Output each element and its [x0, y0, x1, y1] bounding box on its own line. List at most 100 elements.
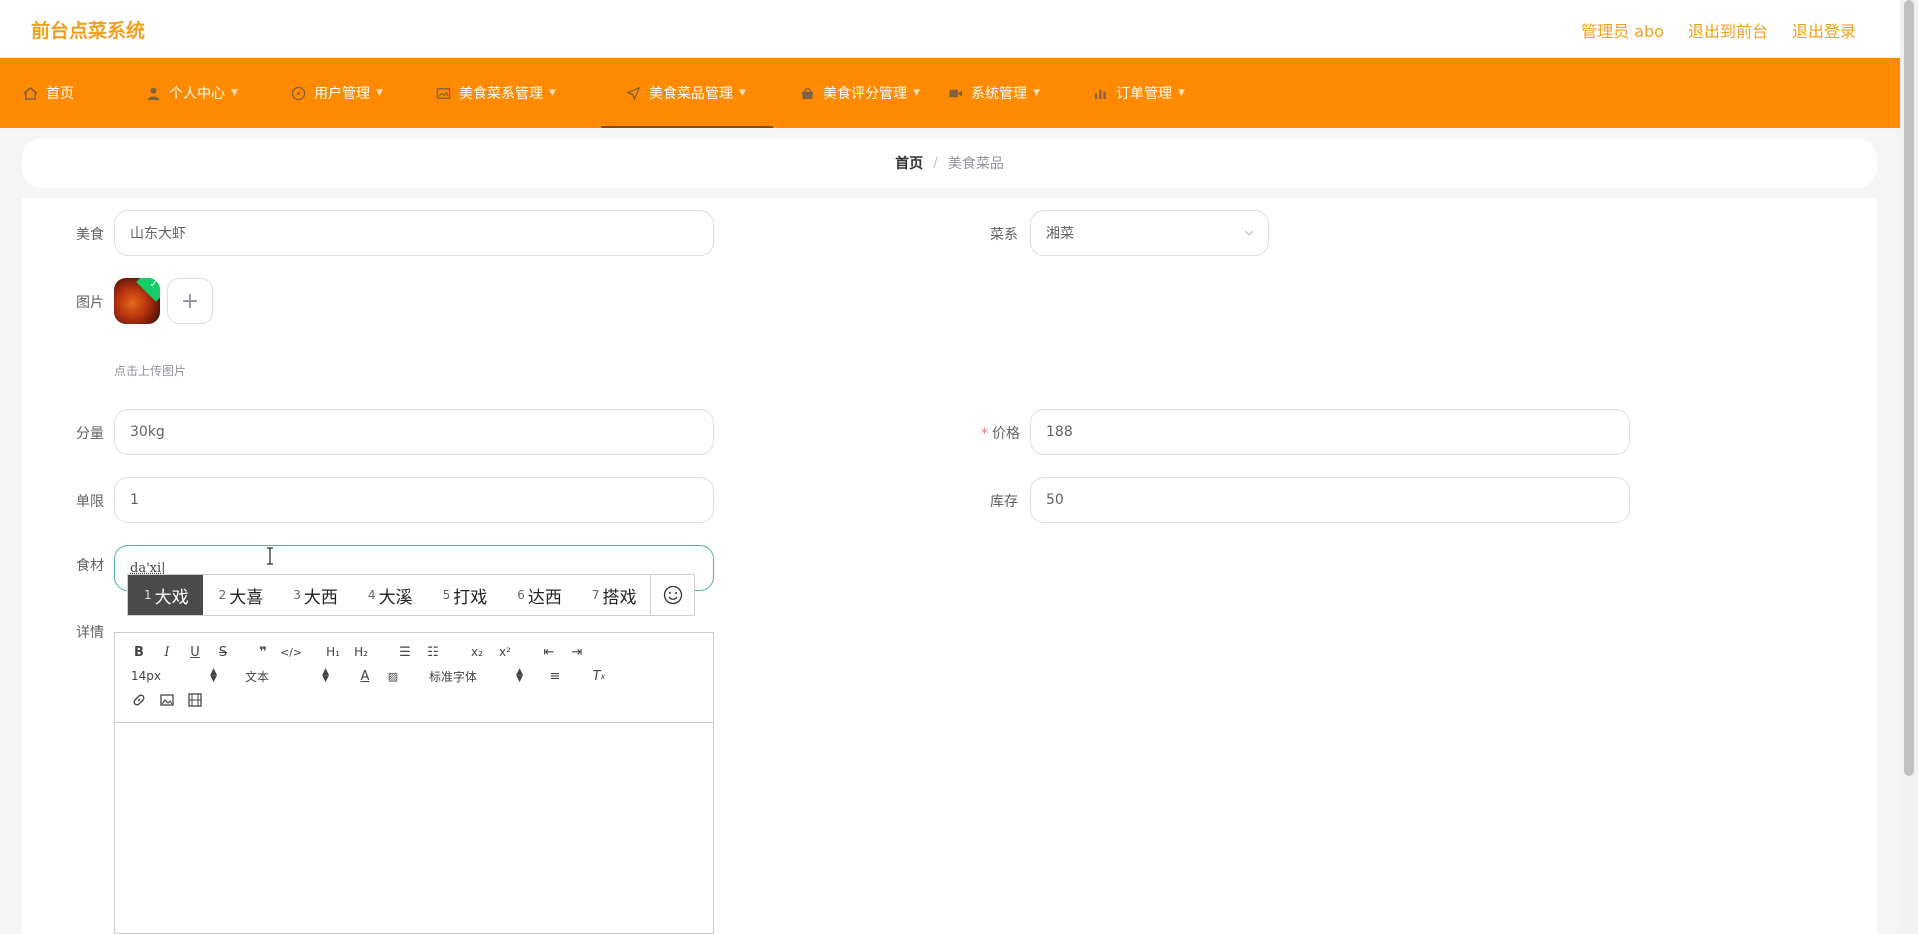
ime-candidate[interactable]: 1 大戏 — [128, 575, 203, 615]
breadcrumb: 首页 / 美食菜品 — [22, 138, 1877, 188]
header-links: 管理员 abo 退出到前台 退出登录 — [1581, 18, 1856, 42]
italic-button[interactable]: I — [157, 643, 177, 661]
price-input[interactable]: 188 — [1030, 409, 1630, 455]
chevron-down-icon — [1244, 226, 1254, 236]
upload-add-button[interactable]: + — [167, 278, 213, 324]
text-cursor-icon — [267, 547, 273, 565]
page-scrollbar[interactable] — [1900, 0, 1918, 934]
nav-item-profile[interactable]: 个人中心 ▼ — [145, 58, 290, 128]
nav-item-home[interactable]: 首页 — [22, 58, 145, 128]
limit-input[interactable]: 1 — [114, 477, 714, 523]
background-color-button[interactable]: ▨ — [383, 667, 403, 685]
image-button[interactable] — [157, 691, 177, 709]
bold-button[interactable]: B — [129, 643, 149, 661]
candidate-index: 3 — [293, 588, 301, 602]
portion-value: 30kg — [130, 424, 165, 440]
superscript-button[interactable]: x² — [495, 643, 515, 661]
portion-label: 分量 — [76, 426, 104, 442]
underline-button[interactable]: U — [185, 643, 205, 661]
detail-label: 详情 — [76, 625, 104, 641]
nav-label: 美食菜品管理 — [649, 86, 733, 102]
check-icon: ✓ — [149, 279, 158, 290]
nav-item-system[interactable]: 系统管理 ▼ — [947, 58, 1092, 128]
code-button[interactable]: </> — [280, 643, 302, 661]
candidate-text: 大溪 — [378, 587, 413, 608]
ime-candidate[interactable]: 3 大西 — [277, 575, 352, 615]
image-label: 图片 — [76, 295, 104, 311]
send-icon — [625, 85, 641, 101]
price-label: * 价格 — [970, 423, 1020, 443]
subscript-button[interactable]: x₂ — [467, 643, 487, 661]
ime-emoji-button[interactable] — [650, 575, 694, 615]
plus-icon: + — [180, 288, 200, 314]
candidate-text: 搭戏 — [602, 587, 637, 608]
limit-label: 单限 — [76, 494, 104, 510]
chevron-down-icon: ▼ — [376, 88, 383, 98]
h2-button[interactable]: H₂ — [351, 643, 371, 661]
chart-icon — [1092, 85, 1108, 101]
link-button[interactable] — [129, 691, 149, 709]
cuisine-select[interactable]: 湘菜 — [1030, 210, 1269, 256]
nav-item-ratings[interactable]: 美食评分管理 ▼ — [773, 58, 947, 128]
food-input[interactable]: 山东大虾 — [114, 210, 714, 256]
header-select-value: 文本 — [245, 669, 270, 684]
nav-label: 美食菜系管理 — [459, 86, 543, 102]
chevron-down-icon: ▼ — [739, 88, 746, 98]
top-header: 前台点菜系统 管理员 abo 退出到前台 退出登录 — [0, 0, 1900, 58]
chevron-down-icon: ▼ — [1033, 88, 1040, 98]
ime-candidate[interactable]: 6 达西 — [501, 575, 576, 615]
ordered-list-button[interactable]: ☰ — [395, 643, 415, 661]
emoji-icon — [663, 585, 683, 605]
main-nav: 首页 个人中心 ▼ 用户管理 ▼ 美食菜系管理 ▼ 美食菜品管理 ▼ 美食评分管… — [0, 58, 1900, 128]
upload-hint: 点击上传图片 — [114, 364, 187, 378]
chevron-down-icon: ▼ — [1178, 88, 1185, 98]
goods-icon — [799, 85, 815, 101]
nav-item-dishes[interactable]: 美食菜品管理 ▼ — [601, 58, 773, 128]
text-color-button[interactable]: A — [355, 667, 375, 685]
candidate-text: 大西 — [303, 587, 338, 608]
logout-link[interactable]: 退出登录 — [1792, 18, 1856, 42]
ime-candidate[interactable]: 4 大溪 — [352, 575, 427, 615]
nav-item-users[interactable]: 用户管理 ▼ — [290, 58, 435, 128]
blockquote-button[interactable]: ❞ — [253, 643, 273, 661]
nav-item-cuisine[interactable]: 美食菜系管理 ▼ — [435, 58, 601, 128]
cuisine-value: 湘菜 — [1046, 226, 1074, 242]
nav-label: 美食评分管理 — [823, 86, 907, 102]
nav-label: 首页 — [46, 86, 74, 102]
editor-content-area[interactable] — [115, 723, 713, 933]
h1-button[interactable]: H₁ — [323, 643, 343, 661]
uploaded-image-thumbnail[interactable]: ✓ — [114, 278, 160, 324]
header-select[interactable]: 文本 ▲ ▼ — [245, 667, 329, 685]
candidate-index: 4 — [367, 588, 376, 602]
font-family-value: 标准字体 — [429, 669, 478, 684]
exit-to-front-link[interactable]: 退出到前台 — [1688, 18, 1768, 42]
ime-candidate[interactable]: 7 搭戏 — [576, 575, 651, 615]
stock-label: 库存 — [990, 494, 1018, 510]
breadcrumb-home[interactable]: 首页 — [895, 153, 923, 173]
home-icon — [22, 85, 38, 101]
font-family-select[interactable]: 标准字体 ▲ ▼ — [429, 667, 523, 685]
candidate-text: 达西 — [527, 587, 562, 608]
ime-candidate[interactable]: 5 打戏 — [427, 575, 502, 615]
indent-button[interactable]: ⇥ — [567, 643, 587, 661]
ime-candidate[interactable]: 2 大喜 — [203, 575, 278, 615]
align-button[interactable]: ≡ — [545, 667, 565, 685]
image-icon — [160, 694, 174, 706]
picture-icon — [435, 85, 451, 101]
outdent-button[interactable]: ⇤ — [539, 643, 559, 661]
required-asterisk: * — [981, 426, 988, 442]
font-size-select[interactable]: 14px ▲ ▼ — [131, 667, 217, 685]
video-button[interactable] — [185, 691, 205, 709]
breadcrumb-current: 美食菜品 — [947, 156, 1004, 172]
clean-format-button[interactable]: Tx — [589, 667, 609, 685]
scrollbar-thumb[interactable] — [1904, 0, 1914, 776]
portion-input[interactable]: 30kg — [114, 409, 714, 455]
bullet-list-button[interactable]: ☷ — [423, 643, 443, 661]
font-size-value: 14px — [131, 669, 161, 683]
film-icon — [188, 693, 202, 707]
admin-user-link[interactable]: 管理员 abo — [1581, 18, 1664, 42]
link-icon — [133, 694, 145, 706]
nav-item-orders[interactable]: 订单管理 ▼ — [1092, 58, 1222, 128]
strike-button[interactable]: S — [213, 643, 233, 661]
stock-input[interactable]: 50 — [1030, 477, 1630, 523]
